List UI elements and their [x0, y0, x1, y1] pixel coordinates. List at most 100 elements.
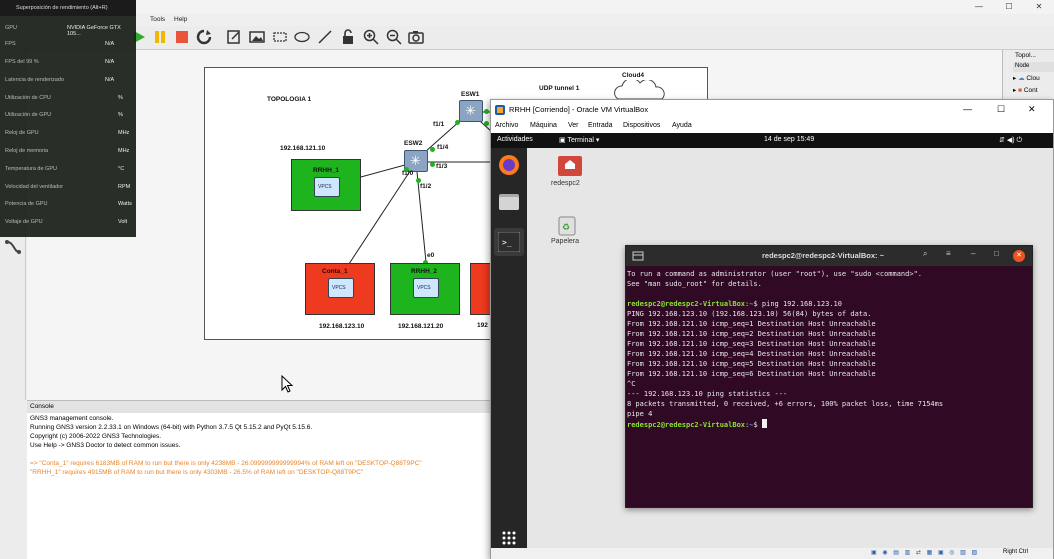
iface-label: f1/2	[420, 183, 432, 190]
lock-icon[interactable]	[340, 29, 356, 45]
close-icon[interactable]: ✕	[1013, 250, 1025, 262]
reload-all-icon[interactable]	[196, 29, 212, 45]
system-tray[interactable]: ⇵ ◀) ⏻	[999, 136, 1022, 145]
dock-title: Topol...	[1015, 52, 1036, 59]
terminal-command: ping 192.168.123.10	[761, 300, 842, 308]
prompt-end: $	[753, 300, 762, 308]
conta1-ip: 192.168.123.10	[319, 323, 365, 330]
rrhh2-node[interactable]: RRHH_2	[390, 263, 460, 315]
power-icon: ⏻	[1016, 137, 1023, 144]
vbox-menubar: Archivo Máquina Ver Entrada Dispositivos…	[491, 120, 1053, 133]
files-icon[interactable]	[498, 192, 520, 212]
menu-archivo[interactable]: Archivo	[495, 122, 518, 129]
close-icon[interactable]: ✕	[1024, 0, 1054, 14]
firefox-icon[interactable]	[498, 154, 520, 176]
trash-icon[interactable]: ♻	[557, 214, 577, 236]
virtualbox-window[interactable]: RRHH [Corriendo] - Oracle VM VirtualBox …	[490, 99, 1054, 559]
link-status-dot	[416, 178, 421, 183]
metric-label: Reloj de GPU	[5, 130, 39, 136]
terminal-title: redespc2@redespc2-VirtualBox: ~	[762, 251, 885, 260]
zoom-out-icon[interactable]	[386, 29, 402, 45]
cloud-label: Cloud4	[622, 72, 645, 79]
add-link-icon[interactable]	[4, 238, 22, 256]
maximize-icon[interactable]: □	[994, 249, 999, 258]
gns3-toolbar	[0, 26, 1054, 50]
dock-item[interactable]: ▸ ☁ Clou	[1013, 74, 1040, 82]
dock-item[interactable]: ▸ ■ Cont	[1013, 86, 1038, 94]
cloud-icon[interactable]	[610, 80, 670, 100]
clock[interactable]: 14 de sep 15:49	[764, 136, 814, 143]
gns3-menubar: Tools Help	[0, 14, 1054, 26]
metric-label: FPS del 99 %	[5, 59, 39, 65]
terminal-app-menu[interactable]: ▣ Terminal ▾	[559, 136, 599, 144]
network-icon: ⇵	[999, 137, 1005, 144]
home-folder-icon[interactable]	[557, 153, 583, 177]
new-tab-icon[interactable]	[632, 250, 644, 262]
metric-value: Watts	[118, 201, 132, 207]
terminal-header: redespc2@redespc2-VirtualBox: ~ ⌕ ≡ – □ …	[626, 246, 1032, 266]
draw-line-icon[interactable]	[317, 29, 333, 45]
terminal-line: From 192.168.121.10 icmp_seq=6 Destinati…	[627, 370, 876, 378]
terminal-line: From 192.168.121.10 icmp_seq=5 Destinati…	[627, 360, 876, 368]
menu-tools[interactable]: Tools	[150, 16, 165, 23]
menu-maquina[interactable]: Máquina	[530, 122, 557, 129]
gns3-titlebar: — ☐ ✕	[0, 0, 1054, 14]
suspend-all-icon[interactable]	[152, 29, 168, 45]
rrhh1-ip: 192.168.121.10	[280, 145, 326, 152]
rrhh1-node[interactable]: RRHH_1	[291, 159, 361, 211]
insert-picture-icon[interactable]	[249, 29, 265, 45]
hamburger-menu-icon[interactable]: ≡	[946, 249, 951, 258]
terminal-command-line: redespc2@redespc2-VirtualBox:~$ ping 192…	[627, 299, 1032, 309]
stop-all-icon[interactable]	[174, 29, 190, 45]
console-line: GNS3 management console.	[30, 415, 114, 422]
search-icon[interactable]: ⌕	[923, 249, 927, 259]
terminal-line: From 192.168.121.10 icmp_seq=4 Destinati…	[627, 350, 876, 358]
esw1-node[interactable]	[459, 100, 483, 122]
vbox-titlebar[interactable]: RRHH [Corriendo] - Oracle VM VirtualBox …	[491, 100, 1053, 120]
menu-ayuda[interactable]: Ayuda	[672, 122, 692, 129]
metric-value: N/A	[105, 41, 115, 47]
terminal-line: ^C	[627, 380, 636, 388]
terminal-icon: >_	[498, 232, 520, 252]
minimize-icon[interactable]: –	[971, 249, 975, 258]
metric-label: Latencia de renderizado	[5, 77, 65, 83]
minimize-icon[interactable]: —	[964, 0, 994, 14]
metric-value: N/A	[105, 59, 115, 65]
maximize-icon[interactable]: ☐	[997, 104, 1005, 115]
computer-icon	[314, 177, 340, 197]
add-note-icon[interactable]	[226, 29, 242, 45]
metric-value: MHz	[118, 148, 130, 154]
minimize-icon[interactable]: —	[963, 104, 972, 114]
draw-ellipse-icon[interactable]	[294, 29, 310, 45]
menu-dispositivos[interactable]: Dispositivos	[623, 122, 660, 129]
ubuntu-desktop[interactable]: redespc2 ♻ Papelera redespc2@redespc2-Vi…	[527, 148, 1053, 548]
close-icon[interactable]: ✕	[1028, 104, 1036, 115]
terminal-window[interactable]: redespc2@redespc2-VirtualBox: ~ ⌕ ≡ – □ …	[625, 245, 1033, 508]
vbox-statusbar: ▣ ◉ ▤ ▥ ⇄ ▦ ▣ ◎ ▧ ▨ Right Ctrl	[491, 548, 1053, 559]
metric-label: Potencia de GPU	[5, 201, 48, 207]
dock-active-item[interactable]: >_	[494, 228, 524, 256]
draw-rectangle-icon[interactable]	[272, 29, 288, 45]
terminal-line: To run a command as administrator (user …	[627, 270, 923, 278]
menu-ver[interactable]: Ver	[568, 122, 579, 129]
terminal-output[interactable]: To run a command as administrator (user …	[626, 266, 1032, 509]
link-status-dot	[484, 109, 489, 114]
activities-button[interactable]: Actividades	[497, 136, 533, 143]
virtualbox-icon	[495, 105, 505, 115]
terminal-line: pipe 4	[627, 410, 653, 418]
metric-label: Temperatura de GPU	[5, 166, 57, 172]
maximize-icon[interactable]: ☐	[994, 0, 1024, 14]
screenshot-icon[interactable]	[408, 29, 424, 45]
zoom-in-icon[interactable]	[363, 29, 379, 45]
show-apps-icon[interactable]	[501, 530, 517, 546]
terminal-line: PING 192.168.123.10 (192.168.123.10) 56(…	[627, 310, 872, 318]
cloud-small-icon: ☁	[1018, 75, 1025, 82]
console-line: Running GNS3 version 2.2.33.1 on Windows…	[30, 424, 313, 431]
iface-label: f1/3	[436, 163, 448, 170]
device-status-icons[interactable]: ▣ ◉ ▤ ▥ ⇄ ▦ ▣ ◎ ▧ ▨	[871, 549, 979, 556]
partial-node[interactable]	[470, 263, 492, 315]
menu-entrada[interactable]: Entrada	[588, 122, 613, 129]
menu-help[interactable]: Help	[174, 16, 187, 23]
terminal-line: From 192.168.121.10 icmp_seq=2 Destinati…	[627, 330, 876, 338]
conta1-node[interactable]: Conta_1	[305, 263, 375, 315]
